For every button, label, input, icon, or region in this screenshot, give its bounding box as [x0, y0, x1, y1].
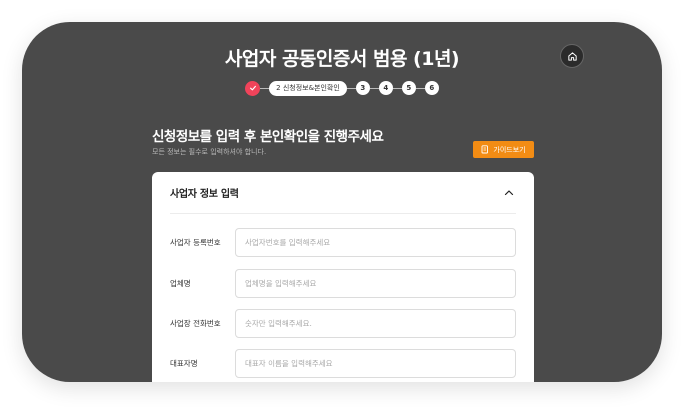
guide-button-label: 가이드보기 — [493, 145, 526, 154]
step-1-complete — [245, 80, 261, 96]
representative-label: 대표자명 — [170, 359, 198, 368]
company-name-input[interactable] — [235, 269, 516, 298]
home-icon — [567, 51, 577, 61]
step-current: 2 신청정보&본인확인 — [269, 80, 347, 96]
business-number-input[interactable] — [235, 228, 516, 257]
step-connector — [415, 87, 425, 89]
field-row-business-number: 사업자 등록번호 — [170, 228, 516, 257]
company-name-label: 업체명 — [170, 279, 191, 288]
app-screen: 사업자 공동인증서 범용 (1년) 2 신청정보&본인확인 3 4 5 6 신청… — [22, 22, 662, 382]
step-connector — [260, 87, 270, 89]
card-title: 사업자 정보 입력 — [170, 189, 239, 200]
phone-label: 사업장 전화번호 — [170, 319, 221, 328]
field-row-company-name: 업체명 — [170, 269, 516, 298]
field-row-representative: 대표자명 — [170, 349, 516, 378]
guide-button[interactable]: 가이드보기 — [473, 141, 534, 158]
collapse-button[interactable] — [502, 186, 516, 200]
step-3: 3 — [355, 81, 370, 95]
section-heading: 신청정보를 입력 후 본인확인을 진행주세요 — [152, 129, 384, 145]
step-indicator: 2 신청정보&본인확인 3 4 5 6 — [22, 80, 662, 96]
document-icon — [481, 145, 489, 154]
step-connector — [369, 87, 379, 89]
step-connector — [392, 87, 402, 89]
step-6: 6 — [424, 81, 439, 95]
check-icon — [249, 85, 256, 91]
step-4: 4 — [378, 81, 393, 95]
step-5: 5 — [401, 81, 416, 95]
business-number-label: 사업자 등록번호 — [170, 238, 221, 247]
field-row-phone: 사업장 전화번호 — [170, 309, 516, 338]
card-header[interactable]: 사업자 정보 입력 — [170, 172, 516, 214]
chevron-up-icon — [504, 190, 514, 196]
section-subheading: 모든 정보는 필수로 입력하셔야 합니다. — [152, 148, 267, 156]
representative-input[interactable] — [235, 349, 516, 378]
business-info-card: 사업자 정보 입력 사업자 등록번호 업체명 사업장 전화번호 대표자명 — [152, 172, 534, 382]
step-connector — [346, 87, 356, 89]
phone-input[interactable] — [235, 309, 516, 338]
home-button[interactable] — [560, 44, 584, 68]
